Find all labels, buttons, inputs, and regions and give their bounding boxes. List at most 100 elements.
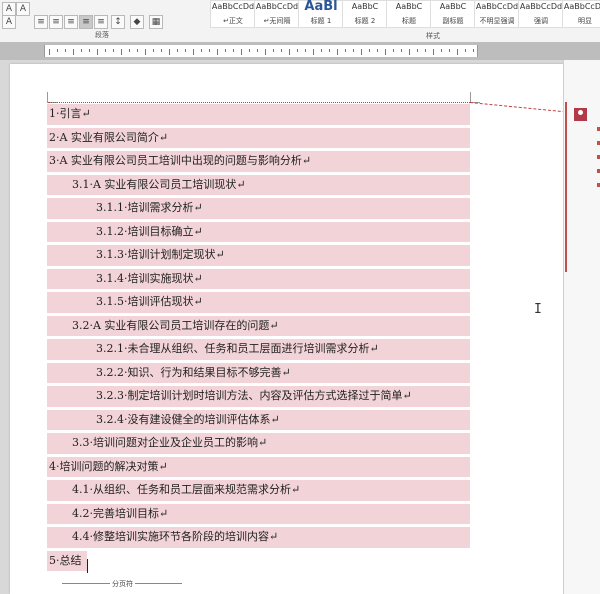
toc-entry-text: 3.1.3·培训计划制定现状↵ — [96, 248, 225, 261]
style-preview: AaBbCcDd — [563, 2, 600, 11]
toc-entry[interactable]: 3.2.1·未合理从组织、任务和员工层面进行培训需求分析↵ — [47, 339, 470, 360]
avatar-icon — [574, 108, 587, 121]
align-left-icon[interactable]: ≡ — [34, 15, 48, 29]
ribbon: A A A ≡ ≡ ≡ ≡ ≡ ↕ ◆ ▦ 段落 AaBbCcDd ↵正文 AaBb… — [0, 0, 600, 43]
ruler-tick — [441, 49, 442, 52]
i-beam-cursor-icon: I — [534, 302, 542, 317]
text-cursor — [87, 559, 88, 573]
style-name: 明显 — [578, 17, 592, 25]
ruler-tick — [225, 49, 226, 52]
font-size-icon[interactable]: A — [2, 15, 16, 29]
style-preview: AaBbCcDd — [255, 2, 299, 11]
toc-entry[interactable]: 3.1.1·培训需求分析↵ — [47, 198, 470, 219]
ruler-tick — [57, 49, 58, 52]
text-effects-icon[interactable]: A — [2, 2, 16, 16]
ruler-tick — [417, 49, 418, 52]
ruler-tick — [449, 49, 450, 52]
toc-entry[interactable]: 3.1.4·培训实施现状↵ — [47, 268, 470, 289]
toc-entry[interactable]: 4·培训问题的解决对策↵ — [47, 456, 470, 477]
justify-icon[interactable]: ≡ — [79, 15, 93, 29]
margin-mark — [470, 92, 471, 102]
style-preview: AaBbC — [351, 2, 379, 11]
style-item[interactable]: AaBbC 副标题 — [430, 0, 476, 28]
ruler-tick — [377, 49, 378, 52]
toc-entry[interactable]: 3.1.2·培训目标确立↵ — [47, 221, 470, 242]
style-item[interactable]: AaBbCcDd 强调 — [518, 0, 564, 28]
style-item[interactable]: AaBbC 标题 — [386, 0, 432, 28]
ruler-tick — [257, 49, 258, 52]
ruler-tick — [217, 49, 218, 55]
font-color-icon[interactable]: A — [16, 2, 30, 16]
style-name: 标题 — [402, 17, 416, 25]
ruler-tick — [185, 49, 186, 52]
style-item[interactable]: AaBbCcDd 不明显强调 — [474, 0, 520, 28]
ruler-tick — [137, 49, 138, 52]
toc-entry-text: 4.4·修整培训实施环节各阶段的培训内容↵ — [72, 530, 279, 543]
toc-entry-text: 3.2.4·没有建设健全的培训评估体系↵ — [96, 412, 280, 426]
toc-entry[interactable]: 3.2.4·没有建设健全的培训评估体系↵ — [47, 409, 470, 430]
borders-icon[interactable]: ▦ — [149, 15, 163, 29]
toc-entry-text: 3.2.3·制定培训计划时培训方法、内容及评估方式选择过于简单↵ — [96, 389, 412, 402]
style-item[interactable]: AaBl 标题 1 — [298, 0, 344, 28]
ruler-tick — [121, 49, 122, 55]
toc-entry[interactable]: 3.2.3·制定培训计划时培训方法、内容及评估方式选择过于简单↵ — [47, 386, 470, 407]
ruler-tick — [393, 49, 394, 52]
style-item[interactable]: AaBbC 标题 2 — [342, 0, 388, 28]
table-of-contents: 1·引言↵ 2·A 实业有限公司简介↵ 3·A 实业有限公司员工培训中出现的问题与影… — [47, 104, 470, 574]
ruler-tick — [201, 49, 202, 52]
distributed-icon[interactable]: ≡ — [94, 15, 108, 29]
toc-entry[interactable]: 4.1·从组织、任务和员工层面来规范需求分析↵ — [47, 480, 470, 501]
toc-entry[interactable]: 1·引言↵ — [47, 104, 470, 125]
style-preview: AaBl — [304, 0, 338, 14]
ruler-tick — [233, 49, 234, 52]
styles-group-label: 样式 — [426, 32, 440, 40]
comment-accent-bar — [565, 102, 567, 272]
ruler-tick — [129, 49, 130, 52]
toc-entry[interactable]: 3.2.2·知识、行为和结果目标不够完善↵ — [47, 362, 470, 383]
ruler-tick — [177, 49, 178, 52]
ruler-tick — [241, 49, 242, 55]
shading-icon[interactable]: ◆ — [130, 15, 144, 29]
align-right-icon[interactable]: ≡ — [64, 15, 78, 29]
line-spacing-icon[interactable]: ↕ — [111, 15, 125, 29]
toc-entry-text: 1·引言↵ — [49, 107, 91, 120]
toc-entry[interactable]: 4.2·完善培训目标↵ — [47, 503, 470, 524]
toc-entry-text: 3·A 实业有限公司员工培训中出现的问题与影响分析↵ — [49, 154, 312, 167]
toc-entry[interactable]: 3.2·A 实业有限公司员工培训存在的问题↵ — [47, 315, 470, 336]
toc-entry[interactable]: 5·总结 — [47, 550, 87, 571]
toc-entry-text: 3.3·培训问题对企业及企业员工的影响↵ — [72, 436, 268, 449]
ruler-tick — [337, 49, 338, 55]
toc-entry[interactable]: 3.1.3·培训计划制定现状↵ — [47, 245, 470, 266]
style-name: 强调 — [534, 17, 548, 25]
ruler-tick — [345, 49, 346, 52]
ruler-tick — [385, 49, 386, 55]
horizontal-ruler[interactable] — [44, 45, 478, 57]
style-item[interactable]: AaBbCcDd 明显 — [562, 0, 600, 28]
style-name: 副标题 — [442, 17, 464, 25]
ruler-tick — [161, 49, 162, 52]
toc-entry[interactable]: 3·A 实业有限公司员工培训中出现的问题与影响分析↵ — [47, 151, 470, 172]
ruler-tick — [169, 49, 170, 55]
ruler-tick — [289, 49, 290, 55]
ruler-tick — [265, 49, 266, 55]
comment-pane[interactable] — [563, 60, 600, 594]
toc-entry[interactable]: 3.1·A 实业有限公司员工培训现状↵ — [47, 174, 470, 195]
margin-mark — [47, 92, 48, 102]
style-item[interactable]: AaBbCcDd ↵正文 — [210, 0, 256, 28]
ruler-tick — [433, 49, 434, 55]
toc-entry[interactable]: 3.3·培训问题对企业及企业员工的影响↵ — [47, 433, 470, 454]
ruler-tick — [113, 49, 114, 52]
paragraph-group-label: 段落 — [95, 31, 109, 39]
toc-entry[interactable]: 4.4·修整培训实施环节各阶段的培训内容↵ — [47, 527, 470, 548]
style-item[interactable]: AaBbCcDd ↵无间隔 — [254, 0, 300, 28]
toc-entry[interactable]: 2·A 实业有限公司简介↵ — [47, 127, 470, 148]
toc-entry-text: 3.2.2·知识、行为和结果目标不够完善↵ — [96, 365, 291, 379]
ruler-tick — [145, 49, 146, 55]
align-center-icon[interactable]: ≡ — [49, 15, 63, 29]
ruler-tick — [369, 49, 370, 52]
ruler-tick — [401, 49, 402, 52]
comment-anchor-line — [48, 102, 470, 103]
toc-entry-text: 3.2.1·未合理从组织、任务和员工层面进行培训需求分析↵ — [96, 342, 379, 355]
toc-entry[interactable]: 3.1.5·培训评估现状↵ — [47, 292, 470, 313]
ruler-tick — [457, 49, 458, 55]
